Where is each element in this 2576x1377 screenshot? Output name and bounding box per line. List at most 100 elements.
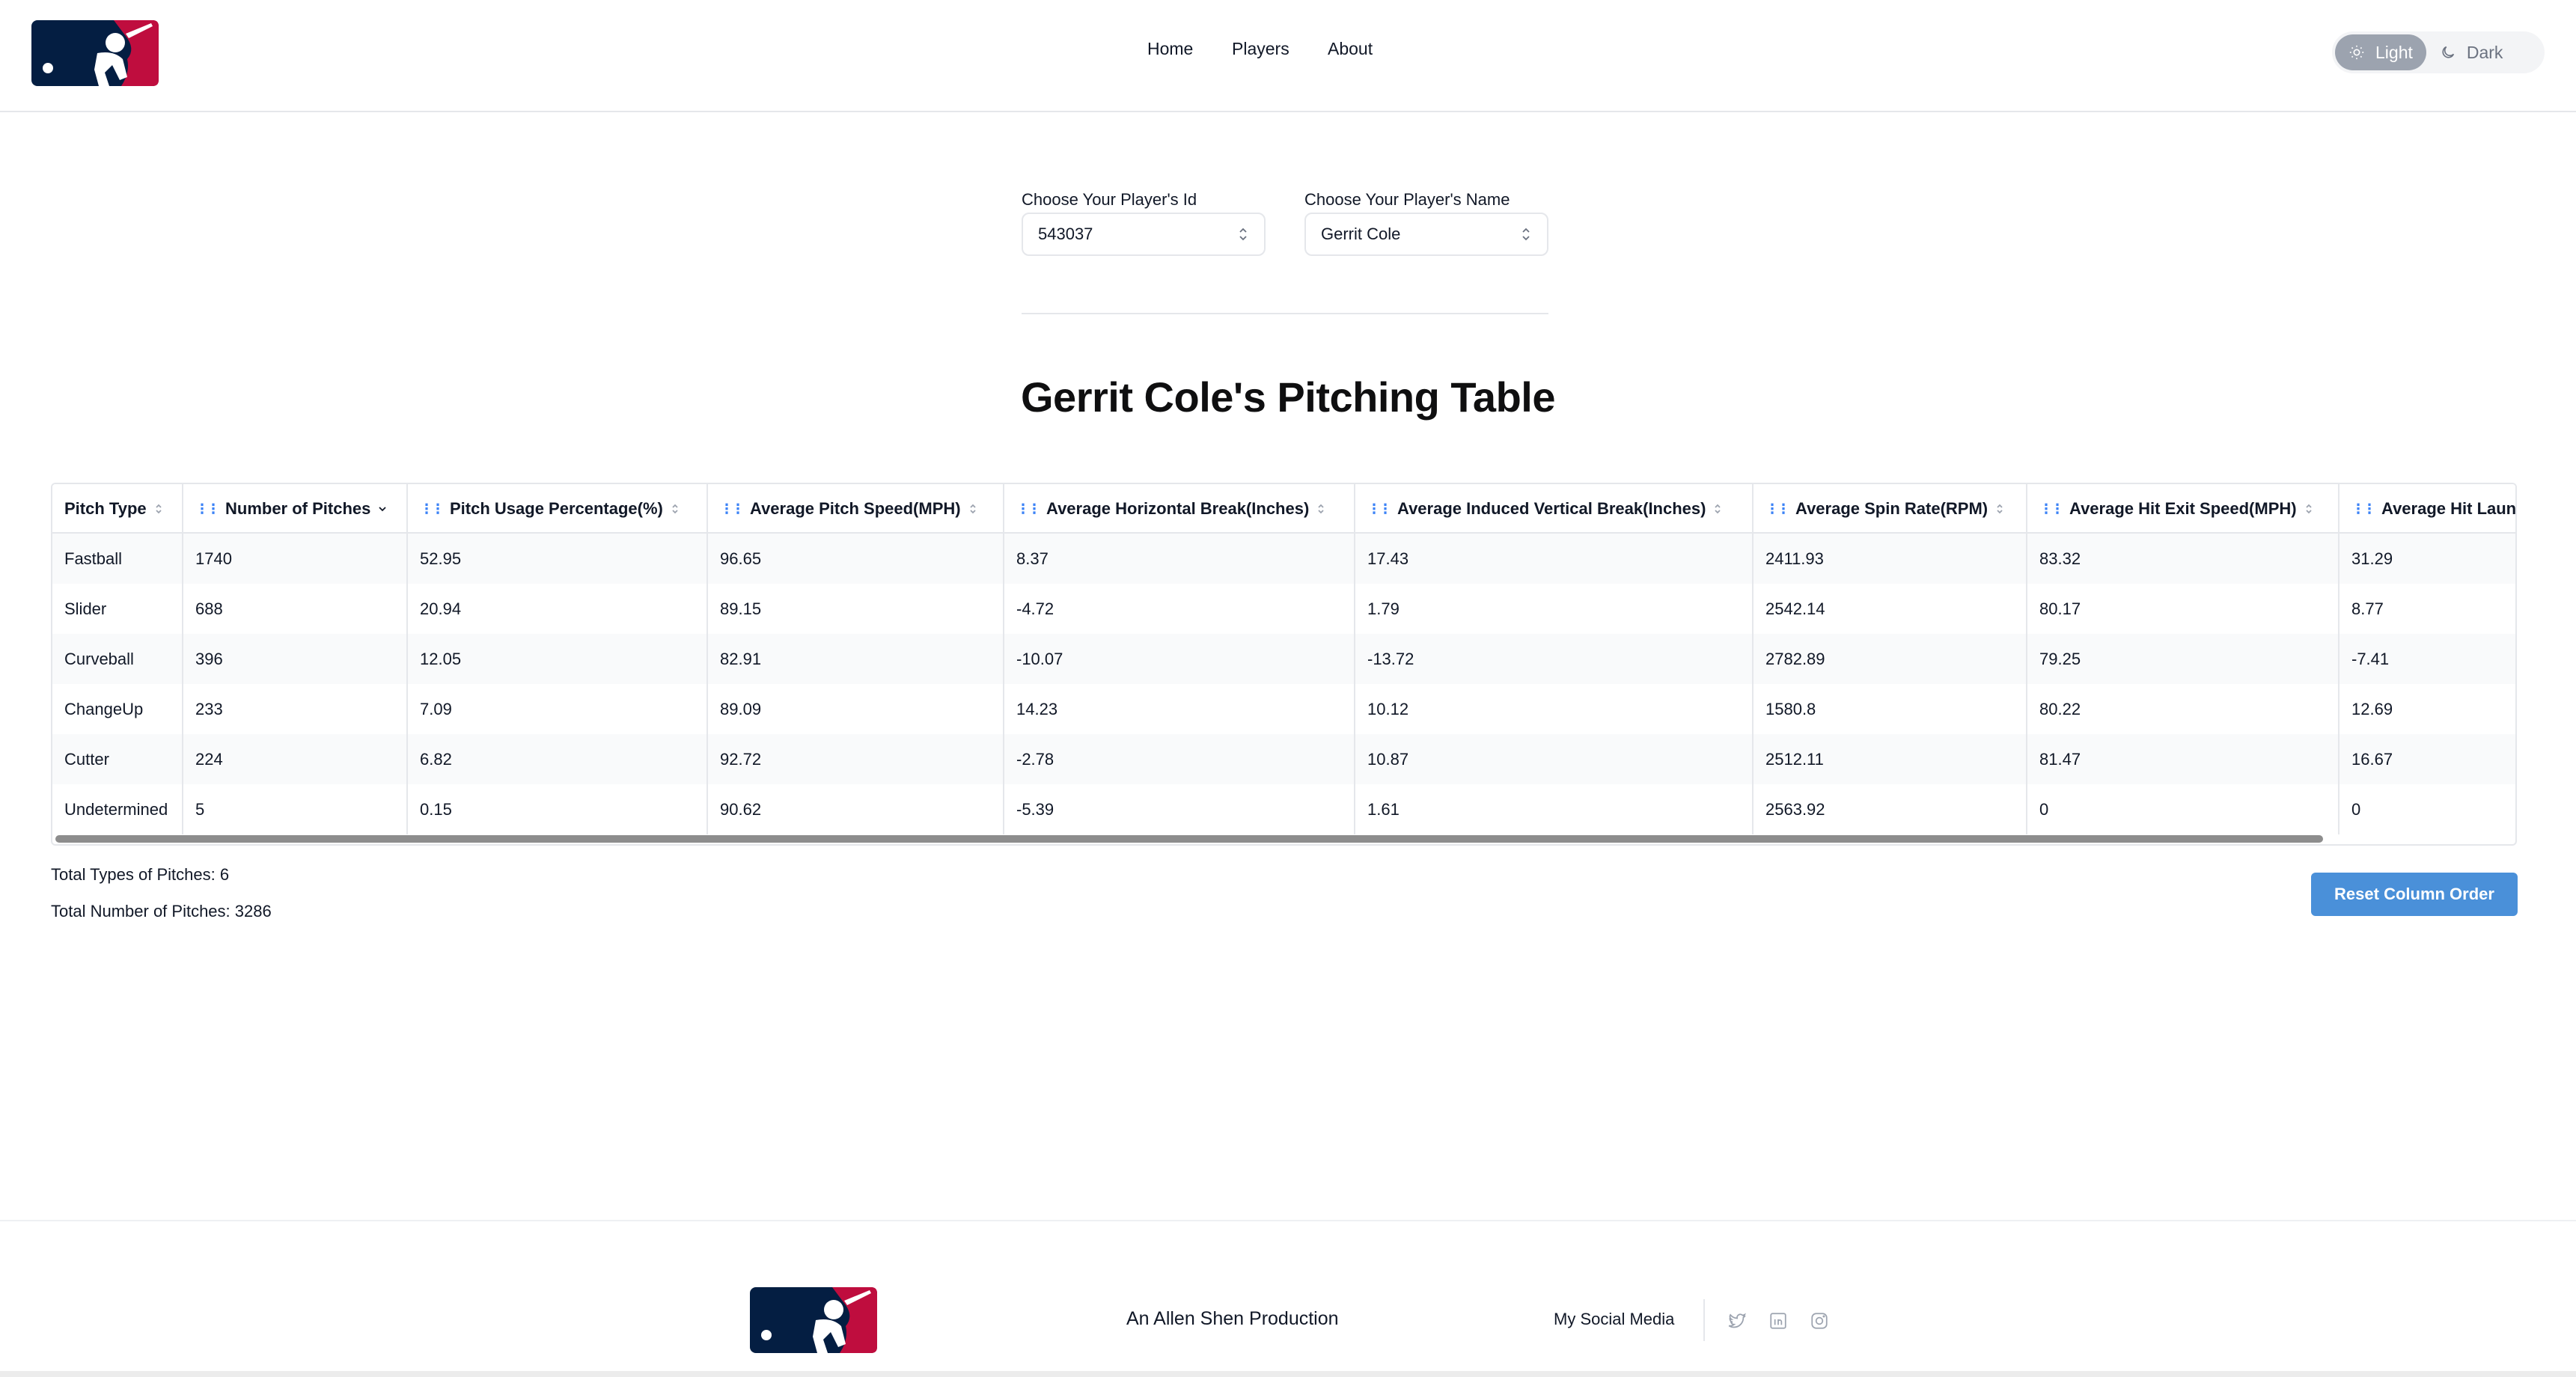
instagram-icon[interactable] bbox=[1810, 1311, 1829, 1331]
column-header-avg-pitch-speed[interactable]: ⋮⋮ Average Pitch Speed(MPH) bbox=[708, 484, 1004, 534]
table-cell-number-of-pitches: 224 bbox=[183, 734, 408, 784]
mlb-logo[interactable] bbox=[31, 20, 159, 86]
sort-icon[interactable] bbox=[1316, 501, 1325, 516]
table-cell-pitch-usage: 7.09 bbox=[408, 684, 708, 734]
column-header-pitch-usage[interactable]: ⋮⋮ Pitch Usage Percentage(%) bbox=[408, 484, 708, 534]
table-row: Curveball 396 12.05 82.91 -10.07 -13.72 2782.8… bbox=[52, 634, 2515, 684]
table-cell-avg-horizontal-break: 14.23 bbox=[1004, 684, 1355, 734]
table-cell-avg-hit-launch: 8.77 bbox=[2340, 584, 2515, 634]
drag-handle-icon[interactable]: ⋮⋮ bbox=[420, 501, 445, 517]
table-cell-avg-hit-launch: 16.67 bbox=[2340, 734, 2515, 784]
table-cell-avg-horizontal-break: -10.07 bbox=[1004, 634, 1355, 684]
column-header-avg-hit-exit-speed[interactable]: ⋮⋮ Average Hit Exit Speed(MPH) bbox=[2027, 484, 2340, 534]
table-cell-avg-induced-vertical-break: -13.72 bbox=[1355, 634, 1754, 684]
table-cell-number-of-pitches: 1740 bbox=[183, 534, 408, 584]
table-cell-avg-hit-exit-speed: 0 bbox=[2027, 784, 2340, 834]
table-cell-pitch-type: Fastball bbox=[52, 534, 183, 584]
table-cell-pitch-type: Cutter bbox=[52, 734, 183, 784]
table-header: Pitch Type ⋮⋮ Number of Pitches ⋮⋮ Pitch Usa… bbox=[52, 484, 2515, 534]
table-cell-pitch-usage: 20.94 bbox=[408, 584, 708, 634]
sort-icon[interactable] bbox=[1995, 501, 2004, 516]
nav-home[interactable]: Home bbox=[1147, 39, 1193, 59]
table-cell-avg-hit-exit-speed: 79.25 bbox=[2027, 634, 2340, 684]
player-name-group: Choose Your Player's Name Gerrit Cole bbox=[1304, 187, 1548, 256]
column-header-avg-induced-vertical-break[interactable]: ⋮⋮ Average Induced Vertical Break(Inches) bbox=[1355, 484, 1754, 534]
table-cell-pitch-usage: 52.95 bbox=[408, 534, 708, 584]
table-row: Slider 688 20.94 89.15 -4.72 1.79 2542.14 80.17… bbox=[52, 584, 2515, 634]
drag-handle-icon[interactable]: ⋮⋮ bbox=[1765, 501, 1790, 517]
sort-icon[interactable] bbox=[671, 501, 680, 516]
column-header-avg-horizontal-break[interactable]: ⋮⋮ Average Horizontal Break(Inches) bbox=[1004, 484, 1355, 534]
reset-column-order-button[interactable]: Reset Column Order bbox=[2311, 873, 2518, 916]
column-header-number-of-pitches[interactable]: ⋮⋮ Number of Pitches bbox=[183, 484, 408, 534]
column-header-label: Average Pitch Speed(MPH) bbox=[750, 499, 961, 518]
table-cell-avg-horizontal-break: -2.78 bbox=[1004, 734, 1355, 784]
drag-handle-icon[interactable]: ⋮⋮ bbox=[1367, 501, 1392, 517]
table-cell-avg-induced-vertical-break: 1.61 bbox=[1355, 784, 1754, 834]
table-cell-pitch-usage: 6.82 bbox=[408, 734, 708, 784]
table-cell-pitch-usage: 12.05 bbox=[408, 634, 708, 684]
linkedin-icon[interactable] bbox=[1768, 1311, 1788, 1331]
drag-handle-icon[interactable]: ⋮⋮ bbox=[2039, 501, 2064, 517]
player-name-select[interactable]: Gerrit Cole bbox=[1304, 213, 1548, 256]
table-cell-avg-spin-rate: 2411.93 bbox=[1754, 534, 2027, 584]
player-id-select[interactable]: 543037 bbox=[1022, 213, 1266, 256]
table-cell-avg-pitch-speed: 89.15 bbox=[708, 584, 1004, 634]
table-cell-avg-horizontal-break: 8.37 bbox=[1004, 534, 1355, 584]
player-name-label: Choose Your Player's Name bbox=[1304, 190, 1510, 209]
drag-handle-icon[interactable]: ⋮⋮ bbox=[1016, 501, 1041, 517]
drag-handle-icon[interactable]: ⋮⋮ bbox=[2351, 501, 2376, 517]
table-cell-avg-pitch-speed: 92.72 bbox=[708, 734, 1004, 784]
table-cell-pitch-type: Undetermined bbox=[52, 784, 183, 834]
table-cell-number-of-pitches: 233 bbox=[183, 684, 408, 734]
header: Home Players About Light Dark bbox=[0, 0, 2576, 112]
sort-desc-icon[interactable] bbox=[378, 501, 387, 516]
table-cell-avg-hit-launch: 31.29 bbox=[2340, 534, 2515, 584]
sort-icon[interactable] bbox=[2304, 501, 2313, 516]
horizontal-scrollbar[interactable] bbox=[55, 835, 2323, 843]
nav-players[interactable]: Players bbox=[1232, 39, 1289, 59]
twitter-icon[interactable] bbox=[1727, 1311, 1747, 1331]
footer-divider bbox=[1703, 1299, 1705, 1341]
drag-handle-icon[interactable]: ⋮⋮ bbox=[195, 501, 220, 517]
nav-about[interactable]: About bbox=[1328, 39, 1373, 59]
table-row: ChangeUp 233 7.09 89.09 14.23 10.12 1580.8 80.2… bbox=[52, 684, 2515, 734]
table-cell-avg-hit-exit-speed: 83.32 bbox=[2027, 534, 2340, 584]
drag-handle-icon[interactable]: ⋮⋮ bbox=[720, 501, 745, 517]
column-header-label: Pitch Usage Percentage(%) bbox=[450, 499, 663, 518]
sort-icon[interactable] bbox=[154, 501, 163, 516]
table-cell-avg-horizontal-break: -5.39 bbox=[1004, 784, 1355, 834]
table-cell-pitch-type: Curveball bbox=[52, 634, 183, 684]
table-cell-avg-induced-vertical-break: 10.87 bbox=[1355, 734, 1754, 784]
table-cell-number-of-pitches: 396 bbox=[183, 634, 408, 684]
sort-icon[interactable] bbox=[1713, 501, 1722, 516]
mlb-logo[interactable] bbox=[750, 1287, 877, 1353]
theme-dark-button[interactable]: Dark bbox=[2426, 34, 2517, 70]
player-id-group: Choose Your Player's Id 543037 bbox=[1022, 187, 1266, 256]
page-title: Gerrit Cole's Pitching Table bbox=[1021, 373, 1555, 421]
chevron-up-down-icon bbox=[1239, 228, 1247, 241]
table-cell-avg-pitch-speed: 96.65 bbox=[708, 534, 1004, 584]
bottom-shade bbox=[0, 1371, 2576, 1377]
column-header-pitch-type[interactable]: Pitch Type bbox=[52, 484, 183, 534]
sort-icon[interactable] bbox=[968, 501, 977, 516]
table-row: Undetermined 5 0.15 90.62 -5.39 1.61 2563.92 0 0 bbox=[52, 784, 2515, 834]
theme-light-button[interactable]: Light bbox=[2335, 34, 2426, 70]
column-header-label: Pitch Type bbox=[64, 499, 147, 518]
table-cell-avg-pitch-speed: 90.62 bbox=[708, 784, 1004, 834]
footer: An Allen Shen Production My Social Media bbox=[0, 1220, 2576, 1377]
column-header-avg-spin-rate[interactable]: ⋮⋮ Average Spin Rate(RPM) bbox=[1754, 484, 2027, 534]
table-cell-pitch-usage: 0.15 bbox=[408, 784, 708, 834]
table-cell-avg-spin-rate: 2782.89 bbox=[1754, 634, 2027, 684]
column-header-avg-hit-launch[interactable]: ⋮⋮ Average Hit Laun bbox=[2340, 484, 2515, 534]
theme-light-label: Light bbox=[2375, 42, 2413, 62]
moon-icon bbox=[2442, 46, 2454, 58]
column-header-label: Average Horizontal Break(Inches) bbox=[1046, 499, 1310, 518]
table-cell-avg-hit-launch: 0 bbox=[2340, 784, 2515, 834]
player-id-value: 543037 bbox=[1038, 225, 1093, 243]
theme-toggle: Light Dark bbox=[2332, 31, 2545, 73]
pitching-table: Pitch Type ⋮⋮ Number of Pitches ⋮⋮ Pitch Usa… bbox=[51, 483, 2517, 846]
table-row: Cutter 224 6.82 92.72 -2.78 10.87 2512.11 81.47… bbox=[52, 734, 2515, 784]
footer-credit: An Allen Shen Production bbox=[1126, 1308, 1339, 1329]
table-cell-avg-induced-vertical-break: 17.43 bbox=[1355, 534, 1754, 584]
